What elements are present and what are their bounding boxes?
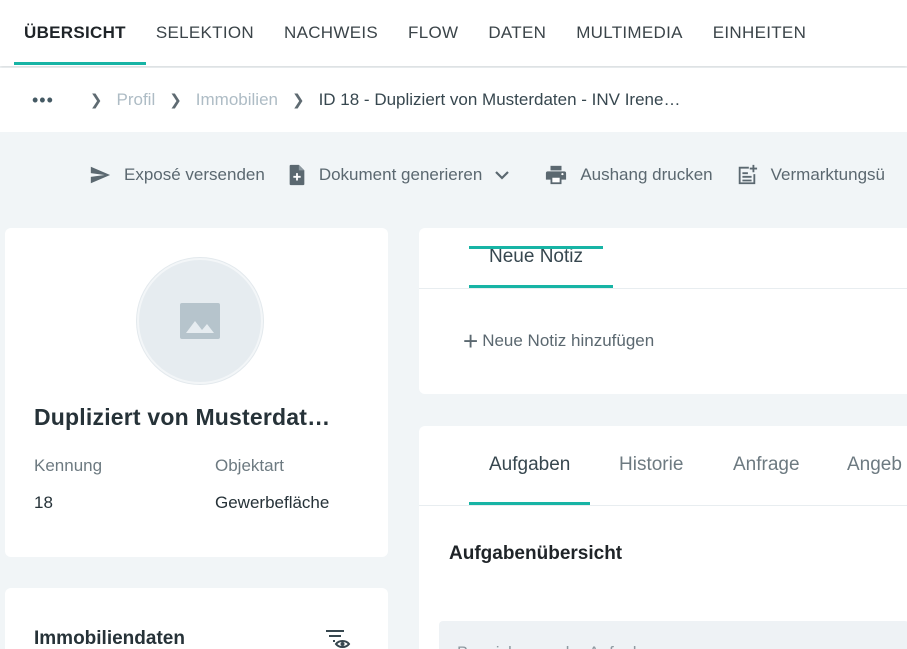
property-profile-card: Dupliziert von Musterdat… Kennung Objekt… <box>5 228 388 557</box>
tab-historie[interactable]: Historie <box>599 454 703 476</box>
print-notice-label: Aushang drucken <box>580 165 713 184</box>
main-tab-bar: ÜBERSICHT SELEKTION NACHWEIS FLOW DATEN … <box>0 0 907 66</box>
plus-icon: + <box>463 326 479 356</box>
tab-anfrage[interactable]: Anfrage <box>713 454 820 476</box>
tab-selektion[interactable]: SELEKTION <box>146 0 274 66</box>
property-data-title: Immobiliendaten <box>34 628 185 649</box>
divider <box>419 288 907 289</box>
chevron-right-icon: ❯ <box>169 92 182 109</box>
breadcrumb-more-icon[interactable]: ••• <box>32 90 54 111</box>
tab-flow[interactable]: FLOW <box>398 0 478 66</box>
chevron-right-icon: ❯ <box>292 92 305 109</box>
tab-nachweis[interactable]: NACHWEIS <box>274 0 398 66</box>
print-notice-button[interactable]: Aushang drucken <box>544 164 713 186</box>
add-note-label: Neue Notiz hinzufügen <box>482 331 655 350</box>
tab-aufgaben[interactable]: Aufgaben <box>469 454 591 505</box>
task-name-input[interactable] <box>439 621 907 649</box>
image-icon <box>180 303 220 339</box>
printer-icon <box>546 165 567 185</box>
tab-daten[interactable]: DATEN <box>478 0 566 66</box>
send-expose-button[interactable]: Exposé versenden <box>88 164 265 186</box>
send-expose-label: Exposé versenden <box>124 165 265 184</box>
tasks-card: Aufgaben Historie Anfrage Angeb Aufgaben… <box>419 426 907 649</box>
field-value-kennung: 18 <box>34 493 53 512</box>
field-value-objektart: Gewerbefläche <box>215 493 330 512</box>
notes-card: Neue Notiz + Neue Notiz hinzufügen <box>419 228 907 394</box>
breadcrumb-current: ID 18 - Dupliziert von Musterdaten - INV… <box>318 90 681 109</box>
add-note-button[interactable]: + Neue Notiz hinzufügen <box>463 326 655 356</box>
generate-document-button[interactable]: Dokument generieren <box>287 164 522 186</box>
send-icon <box>90 166 111 184</box>
action-toolbar: Exposé versenden Dokument generieren Aus… <box>88 160 907 190</box>
field-label-objektart: Objektart <box>215 456 284 475</box>
chevron-down-icon[interactable] <box>494 169 510 181</box>
breadcrumb-item-profil[interactable]: Profil <box>116 90 155 110</box>
marketing-overview-button[interactable]: Vermarktungsü <box>735 164 885 186</box>
marketing-overview-label: Vermarktungsü <box>770 165 885 184</box>
divider <box>419 505 907 506</box>
chevron-right-icon: ❯ <box>89 92 103 109</box>
tab-multimedia[interactable]: MULTIMEDIA <box>566 0 703 66</box>
tab-neue-notiz-label: Neue Notiz <box>489 246 583 267</box>
tab-einheiten[interactable]: EINHEITEN <box>703 0 826 66</box>
tab-angebot[interactable]: Angeb <box>827 454 907 476</box>
document-add-icon <box>289 164 305 186</box>
breadcrumb: ••• ❯ Profil ❯ Immobilien ❯ ID 18 - Dupl… <box>0 68 907 132</box>
property-title: Dupliziert von Musterdat… <box>34 404 331 430</box>
tab-uebersicht[interactable]: ÜBERSICHT <box>14 0 146 66</box>
generate-document-label: Dokument generieren <box>318 165 483 184</box>
property-image-placeholder[interactable] <box>137 258 263 384</box>
post-add-icon <box>738 164 757 185</box>
field-label-kennung: Kennung <box>34 456 103 475</box>
breadcrumb-item-immobilien[interactable]: Immobilien <box>196 90 278 110</box>
property-data-card: Immobiliendaten <box>5 588 388 649</box>
filter-visibility-icon[interactable] <box>325 628 351 649</box>
task-overview-heading: Aufgabenübersicht <box>449 543 623 564</box>
tab-neue-notiz[interactable]: Neue Notiz <box>469 246 603 268</box>
